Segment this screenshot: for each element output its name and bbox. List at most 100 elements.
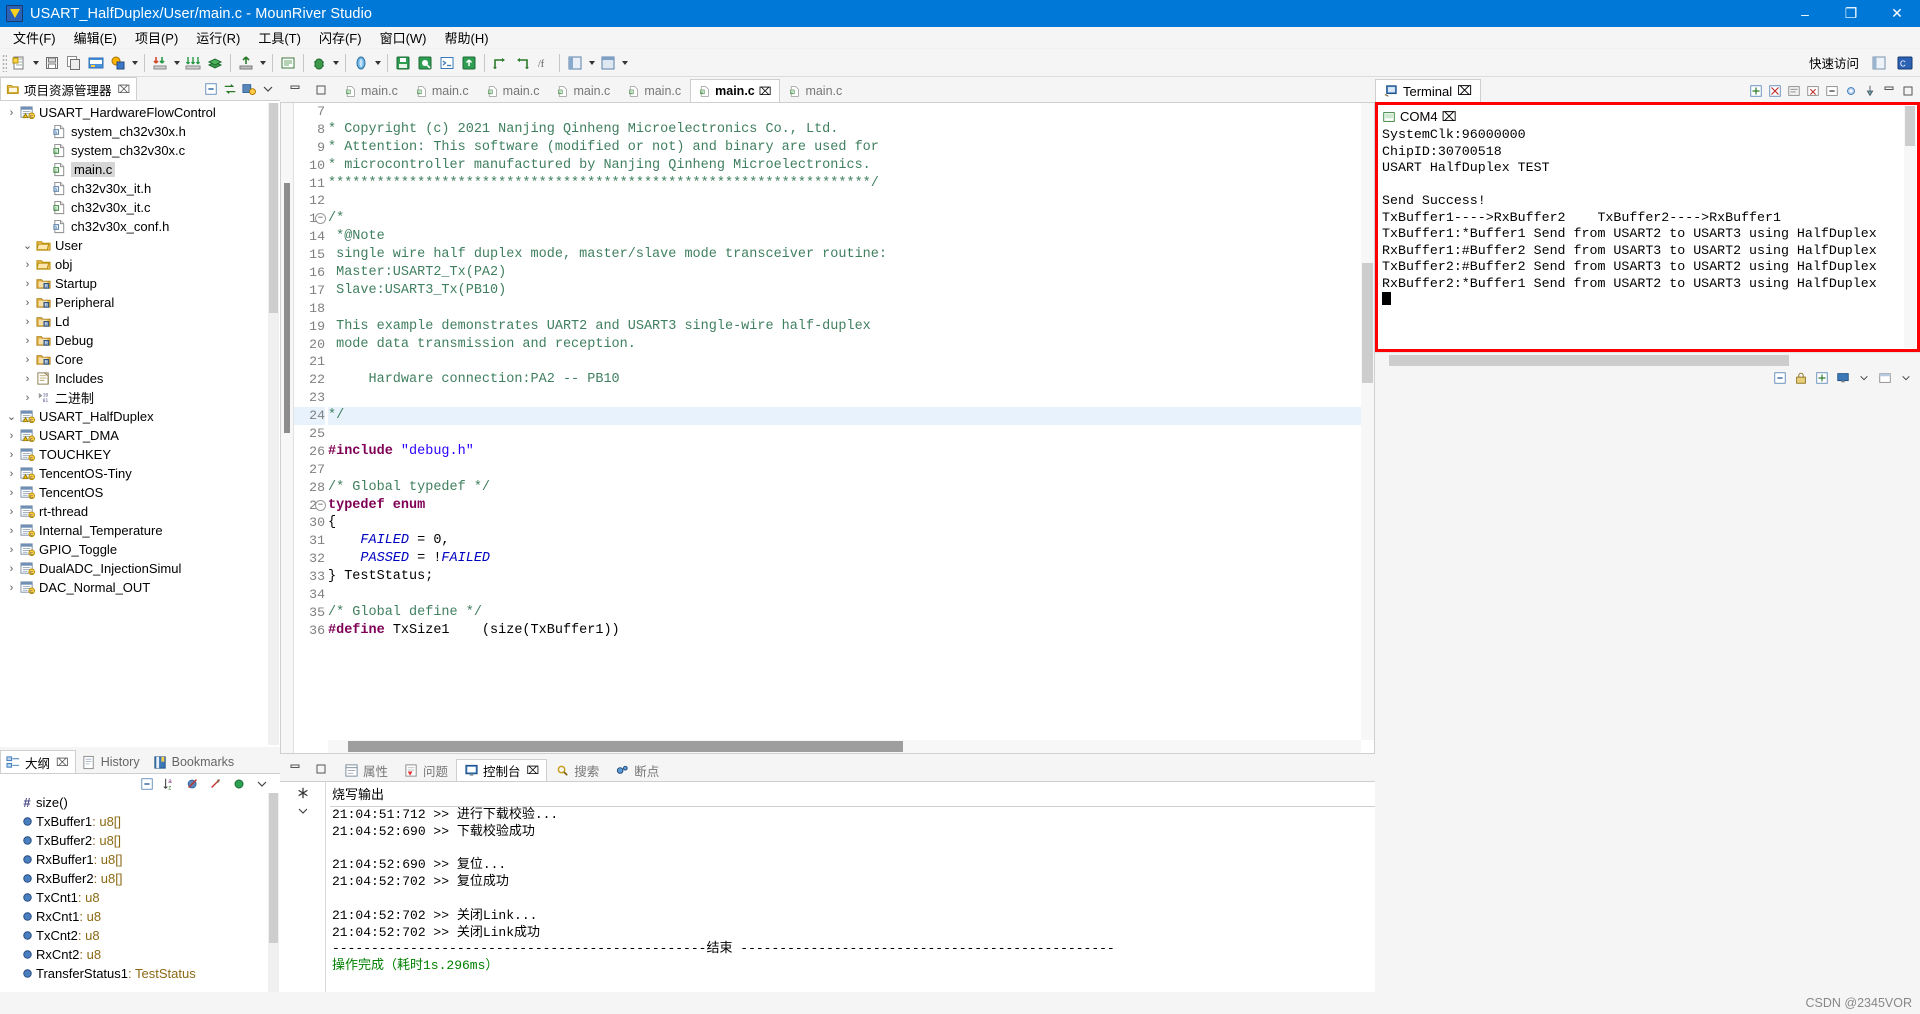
tree-item-ch32v30x-conf-h[interactable]: h ch32v30x_conf.h [0,217,280,236]
console-open-icon[interactable] [1877,370,1893,386]
close-icon[interactable]: ⌧ [118,83,131,96]
link-editor-icon[interactable] [222,81,238,97]
step-return-icon[interactable]: /f [534,53,554,73]
menu-item-6[interactable]: 窗口(W) [371,26,436,49]
build-dropdown[interactable] [129,53,140,73]
expander-icon[interactable]: › [20,392,35,404]
tree-item-dac-normal-out[interactable]: › C DAC_Normal_OUT [0,578,280,597]
tab-history[interactable]: History [76,750,147,773]
outline-item[interactable]: # size() [0,793,280,812]
console-new-icon[interactable] [1814,370,1830,386]
console-tab-控制台[interactable]: 控制台 ⌧ [456,759,548,781]
minimize-button[interactable]: – [1782,0,1828,27]
new-file-dropdown[interactable] [30,53,41,73]
menu-item-3[interactable]: 运行(R) [187,26,249,49]
profile-dropdown[interactable] [372,53,383,73]
console-display-icon[interactable] [1835,370,1851,386]
expander-icon[interactable]: › [4,449,19,461]
console-view-icon[interactable] [278,53,298,73]
run-icon[interactable] [236,53,256,73]
terminal-pin-icon[interactable] [1862,83,1878,99]
scroll-thumb[interactable] [1362,263,1373,383]
console-pin-icon[interactable] [1772,370,1788,386]
save-icon[interactable] [42,53,62,73]
perspective-icon[interactable] [565,53,585,73]
perspective-open-icon[interactable] [1869,53,1889,73]
flash-write-icon[interactable] [393,53,413,73]
collapse-all-icon[interactable] [203,81,219,97]
editor-tab-1[interactable]: c main.c [407,79,478,102]
tab-terminal[interactable]: Terminal ⌧ [1375,79,1482,102]
menu-item-0[interactable]: 文件(F) [4,26,65,49]
expander-icon[interactable]: › [4,563,19,575]
hide-fields-icon[interactable] [185,776,201,792]
terminal-settings-icon[interactable] [1843,83,1859,99]
console-tab-搜索[interactable]: 搜索 [547,759,607,781]
close-icon[interactable]: ⌧ [1457,83,1472,99]
expander-icon[interactable]: › [4,525,19,537]
terminal-clear-icon[interactable] [1805,83,1821,99]
outline-item[interactable]: TxCnt1 : u8 [0,888,280,907]
fold-toggle-icon[interactable]: − [315,499,326,511]
close-icon[interactable]: ⌧ [759,85,772,98]
code-editor[interactable]: 7 8 9 10 11 1213−14 15 1617 18 19 20 21 22 23242526 27… [280,102,1375,754]
tree-item-system-ch32v30x-c[interactable]: c system_ch32v30x.c [0,141,280,160]
tree-item-core[interactable]: › R Core [0,350,280,369]
maximize-panel-icon[interactable] [313,82,329,98]
tree-item-peripheral[interactable]: › R Peripheral [0,293,280,312]
menu-item-7[interactable]: 帮助(H) [436,26,498,49]
flash-read-icon[interactable] [415,53,435,73]
expander-icon[interactable]: › [4,430,19,442]
editor-tab-0[interactable]: c main.c [336,79,407,102]
tree-item-tencentos-tiny[interactable]: › C TencentOS-Tiny [0,464,280,483]
save-all-icon[interactable] [64,53,84,73]
sort-alphabetically-icon[interactable]: az [162,776,178,792]
expander-icon[interactable]: › [20,354,35,366]
project-tree[interactable]: › C USART_HardwareFlowControl h system_ch32v… [0,100,280,747]
close-icon[interactable]: ⌧ [527,764,540,777]
terminal-horizontal-scrollbar[interactable] [1375,352,1920,368]
expander-icon[interactable]: › [4,506,19,518]
minimize-panel-icon[interactable] [287,761,303,777]
expander-icon[interactable]: › [20,316,35,328]
maximize-panel-icon[interactable] [313,761,329,777]
tree-item-user[interactable]: ⌄ User [0,236,280,255]
editor-tab-6[interactable]: c main.c [780,79,851,102]
expander-icon[interactable]: ⌄ [4,410,19,423]
close-icon[interactable]: ⌧ [56,756,69,769]
expander-icon[interactable]: › [4,107,19,119]
menu-item-2[interactable]: 项目(P) [126,26,187,49]
console-tab-属性[interactable]: 属性 [336,759,396,781]
expander-icon[interactable]: › [4,544,19,556]
expander-icon[interactable]: › [20,335,35,347]
console-display-dropdown-icon[interactable] [1856,370,1872,386]
console-asterisk-icon[interactable] [295,785,311,801]
tree-item-ch32v30x-it-h[interactable]: h ch32v30x_it.h [0,179,280,198]
tree-item-startup[interactable]: › R Startup [0,274,280,293]
tab-大纲[interactable]: 大纲 ⌧ [0,750,76,773]
step-into-icon[interactable] [512,53,532,73]
outline-item[interactable]: RxCnt2 : u8 [0,945,280,964]
editor-tab-2[interactable]: c main.c [478,79,549,102]
expander-icon[interactable]: › [20,259,35,271]
expander-icon[interactable]: › [20,373,35,385]
project-tree-scrollbar[interactable] [268,103,279,745]
tree-item-system-ch32v30x-h[interactable]: h system_ch32v30x.h [0,122,280,141]
new-file-icon[interactable] [9,53,29,73]
expander-icon[interactable]: › [20,297,35,309]
outline-item[interactable]: TxBuffer2 : u8[] [0,831,280,850]
scroll-thumb[interactable] [1389,355,1789,366]
perspective-dropdown[interactable] [586,53,597,73]
editor-tab-5[interactable]: c main.c ⌧ [690,79,781,102]
download-icon[interactable] [150,53,170,73]
tab-com4[interactable]: COM4 ⌧ [1378,106,1474,128]
menu-item-1[interactable]: 编辑(E) [65,26,126,49]
outline-item[interactable]: RxBuffer1 : u8[] [0,850,280,869]
layout-icon[interactable] [598,53,618,73]
tree-item-gpio-toggle[interactable]: › C GPIO_Toggle [0,540,280,559]
expander-icon[interactable]: › [4,468,19,480]
outline-item[interactable]: TxCnt2 : u8 [0,926,280,945]
tree-item-rt-thread[interactable]: › Crt-thread [0,502,280,521]
outline-item[interactable]: RxCnt1 : u8 [0,907,280,926]
console-output[interactable]: 烧写输出 21:04:51:712 >> 进行下载校验... 21:04:52:6… [325,782,1375,992]
